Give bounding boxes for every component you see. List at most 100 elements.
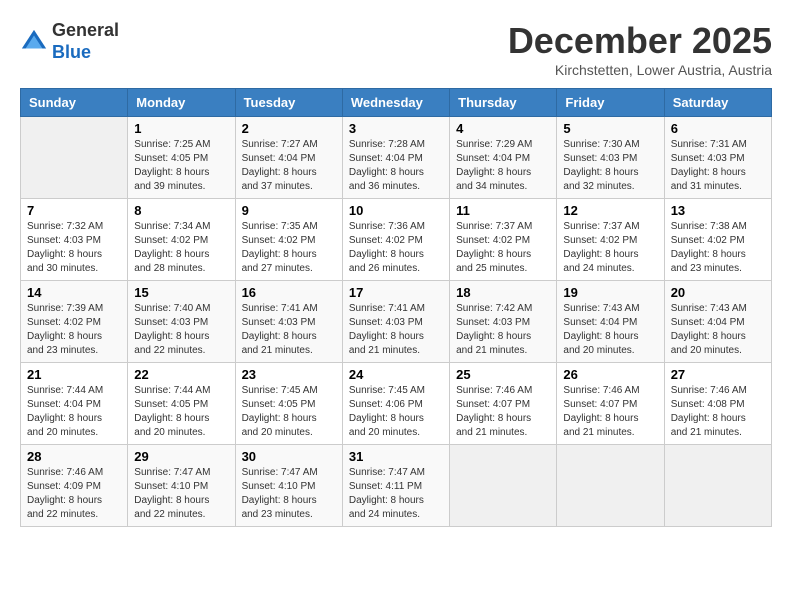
calendar-day-cell: 1 Sunrise: 7:25 AM Sunset: 4:05 PM Dayli… bbox=[128, 117, 235, 199]
day-number: 20 bbox=[671, 285, 765, 300]
day-info: Sunrise: 7:39 AM Sunset: 4:02 PM Dayligh… bbox=[27, 302, 121, 358]
logo-blue-text: Blue bbox=[52, 42, 91, 62]
day-of-week-header: Tuesday bbox=[235, 89, 342, 117]
day-number: 25 bbox=[456, 367, 550, 382]
day-info: Sunrise: 7:37 AM Sunset: 4:02 PM Dayligh… bbox=[456, 220, 550, 276]
calendar-day-cell: 13 Sunrise: 7:38 AM Sunset: 4:02 PM Dayl… bbox=[664, 199, 771, 281]
day-number: 8 bbox=[134, 203, 228, 218]
calendar-day-cell: 21 Sunrise: 7:44 AM Sunset: 4:04 PM Dayl… bbox=[21, 363, 128, 445]
calendar-day-cell bbox=[21, 117, 128, 199]
day-info: Sunrise: 7:38 AM Sunset: 4:02 PM Dayligh… bbox=[671, 220, 765, 276]
day-number: 19 bbox=[563, 285, 657, 300]
calendar-header-row: SundayMondayTuesdayWednesdayThursdayFrid… bbox=[21, 89, 772, 117]
day-number: 27 bbox=[671, 367, 765, 382]
calendar-day-cell: 9 Sunrise: 7:35 AM Sunset: 4:02 PM Dayli… bbox=[235, 199, 342, 281]
day-info: Sunrise: 7:47 AM Sunset: 4:11 PM Dayligh… bbox=[349, 466, 443, 522]
day-info: Sunrise: 7:46 AM Sunset: 4:08 PM Dayligh… bbox=[671, 384, 765, 440]
day-number: 10 bbox=[349, 203, 443, 218]
calendar-day-cell: 29 Sunrise: 7:47 AM Sunset: 4:10 PM Dayl… bbox=[128, 445, 235, 527]
calendar-table: SundayMondayTuesdayWednesdayThursdayFrid… bbox=[20, 88, 772, 527]
calendar-day-cell: 11 Sunrise: 7:37 AM Sunset: 4:02 PM Dayl… bbox=[450, 199, 557, 281]
day-info: Sunrise: 7:45 AM Sunset: 4:06 PM Dayligh… bbox=[349, 384, 443, 440]
calendar-day-cell: 25 Sunrise: 7:46 AM Sunset: 4:07 PM Dayl… bbox=[450, 363, 557, 445]
calendar-day-cell: 22 Sunrise: 7:44 AM Sunset: 4:05 PM Dayl… bbox=[128, 363, 235, 445]
day-number: 28 bbox=[27, 449, 121, 464]
day-info: Sunrise: 7:46 AM Sunset: 4:09 PM Dayligh… bbox=[27, 466, 121, 522]
calendar-day-cell bbox=[664, 445, 771, 527]
calendar-day-cell: 30 Sunrise: 7:47 AM Sunset: 4:10 PM Dayl… bbox=[235, 445, 342, 527]
day-of-week-header: Sunday bbox=[21, 89, 128, 117]
logo-general-text: General bbox=[52, 20, 119, 40]
day-number: 2 bbox=[242, 121, 336, 136]
day-number: 26 bbox=[563, 367, 657, 382]
day-info: Sunrise: 7:32 AM Sunset: 4:03 PM Dayligh… bbox=[27, 220, 121, 276]
calendar-day-cell: 10 Sunrise: 7:36 AM Sunset: 4:02 PM Dayl… bbox=[342, 199, 449, 281]
calendar-week-row: 28 Sunrise: 7:46 AM Sunset: 4:09 PM Dayl… bbox=[21, 445, 772, 527]
day-number: 16 bbox=[242, 285, 336, 300]
day-of-week-header: Wednesday bbox=[342, 89, 449, 117]
calendar-day-cell: 17 Sunrise: 7:41 AM Sunset: 4:03 PM Dayl… bbox=[342, 281, 449, 363]
day-info: Sunrise: 7:31 AM Sunset: 4:03 PM Dayligh… bbox=[671, 138, 765, 194]
calendar-day-cell: 18 Sunrise: 7:42 AM Sunset: 4:03 PM Dayl… bbox=[450, 281, 557, 363]
calendar-day-cell: 26 Sunrise: 7:46 AM Sunset: 4:07 PM Dayl… bbox=[557, 363, 664, 445]
day-info: Sunrise: 7:47 AM Sunset: 4:10 PM Dayligh… bbox=[242, 466, 336, 522]
day-of-week-header: Thursday bbox=[450, 89, 557, 117]
day-info: Sunrise: 7:35 AM Sunset: 4:02 PM Dayligh… bbox=[242, 220, 336, 276]
location-text: Kirchstetten, Lower Austria, Austria bbox=[508, 62, 772, 78]
day-info: Sunrise: 7:40 AM Sunset: 4:03 PM Dayligh… bbox=[134, 302, 228, 358]
calendar-day-cell: 8 Sunrise: 7:34 AM Sunset: 4:02 PM Dayli… bbox=[128, 199, 235, 281]
day-of-week-header: Saturday bbox=[664, 89, 771, 117]
calendar-day-cell: 15 Sunrise: 7:40 AM Sunset: 4:03 PM Dayl… bbox=[128, 281, 235, 363]
day-info: Sunrise: 7:30 AM Sunset: 4:03 PM Dayligh… bbox=[563, 138, 657, 194]
day-number: 22 bbox=[134, 367, 228, 382]
day-number: 24 bbox=[349, 367, 443, 382]
calendar-day-cell: 7 Sunrise: 7:32 AM Sunset: 4:03 PM Dayli… bbox=[21, 199, 128, 281]
day-number: 30 bbox=[242, 449, 336, 464]
day-number: 9 bbox=[242, 203, 336, 218]
calendar-day-cell: 12 Sunrise: 7:37 AM Sunset: 4:02 PM Dayl… bbox=[557, 199, 664, 281]
day-number: 5 bbox=[563, 121, 657, 136]
day-number: 15 bbox=[134, 285, 228, 300]
logo-icon bbox=[20, 28, 48, 56]
day-info: Sunrise: 7:37 AM Sunset: 4:02 PM Dayligh… bbox=[563, 220, 657, 276]
day-number: 12 bbox=[563, 203, 657, 218]
calendar-day-cell: 20 Sunrise: 7:43 AM Sunset: 4:04 PM Dayl… bbox=[664, 281, 771, 363]
day-number: 31 bbox=[349, 449, 443, 464]
day-info: Sunrise: 7:27 AM Sunset: 4:04 PM Dayligh… bbox=[242, 138, 336, 194]
day-info: Sunrise: 7:43 AM Sunset: 4:04 PM Dayligh… bbox=[563, 302, 657, 358]
day-info: Sunrise: 7:41 AM Sunset: 4:03 PM Dayligh… bbox=[242, 302, 336, 358]
day-info: Sunrise: 7:29 AM Sunset: 4:04 PM Dayligh… bbox=[456, 138, 550, 194]
calendar-week-row: 14 Sunrise: 7:39 AM Sunset: 4:02 PM Dayl… bbox=[21, 281, 772, 363]
day-number: 3 bbox=[349, 121, 443, 136]
day-of-week-header: Friday bbox=[557, 89, 664, 117]
calendar-day-cell: 27 Sunrise: 7:46 AM Sunset: 4:08 PM Dayl… bbox=[664, 363, 771, 445]
logo: General Blue bbox=[20, 20, 119, 63]
day-number: 11 bbox=[456, 203, 550, 218]
calendar-day-cell: 5 Sunrise: 7:30 AM Sunset: 4:03 PM Dayli… bbox=[557, 117, 664, 199]
day-info: Sunrise: 7:28 AM Sunset: 4:04 PM Dayligh… bbox=[349, 138, 443, 194]
calendar-week-row: 7 Sunrise: 7:32 AM Sunset: 4:03 PM Dayli… bbox=[21, 199, 772, 281]
calendar-day-cell: 31 Sunrise: 7:47 AM Sunset: 4:11 PM Dayl… bbox=[342, 445, 449, 527]
day-info: Sunrise: 7:47 AM Sunset: 4:10 PM Dayligh… bbox=[134, 466, 228, 522]
day-number: 14 bbox=[27, 285, 121, 300]
title-block: December 2025 Kirchstetten, Lower Austri… bbox=[508, 20, 772, 78]
calendar-day-cell: 4 Sunrise: 7:29 AM Sunset: 4:04 PM Dayli… bbox=[450, 117, 557, 199]
calendar-day-cell: 28 Sunrise: 7:46 AM Sunset: 4:09 PM Dayl… bbox=[21, 445, 128, 527]
calendar-day-cell: 16 Sunrise: 7:41 AM Sunset: 4:03 PM Dayl… bbox=[235, 281, 342, 363]
day-number: 29 bbox=[134, 449, 228, 464]
day-number: 6 bbox=[671, 121, 765, 136]
day-info: Sunrise: 7:42 AM Sunset: 4:03 PM Dayligh… bbox=[456, 302, 550, 358]
day-number: 7 bbox=[27, 203, 121, 218]
calendar-day-cell: 6 Sunrise: 7:31 AM Sunset: 4:03 PM Dayli… bbox=[664, 117, 771, 199]
calendar-day-cell bbox=[557, 445, 664, 527]
day-of-week-header: Monday bbox=[128, 89, 235, 117]
day-info: Sunrise: 7:34 AM Sunset: 4:02 PM Dayligh… bbox=[134, 220, 228, 276]
day-number: 17 bbox=[349, 285, 443, 300]
calendar-week-row: 1 Sunrise: 7:25 AM Sunset: 4:05 PM Dayli… bbox=[21, 117, 772, 199]
day-info: Sunrise: 7:46 AM Sunset: 4:07 PM Dayligh… bbox=[456, 384, 550, 440]
calendar-day-cell: 24 Sunrise: 7:45 AM Sunset: 4:06 PM Dayl… bbox=[342, 363, 449, 445]
day-number: 13 bbox=[671, 203, 765, 218]
day-info: Sunrise: 7:44 AM Sunset: 4:04 PM Dayligh… bbox=[27, 384, 121, 440]
day-info: Sunrise: 7:46 AM Sunset: 4:07 PM Dayligh… bbox=[563, 384, 657, 440]
calendar-day-cell: 14 Sunrise: 7:39 AM Sunset: 4:02 PM Dayl… bbox=[21, 281, 128, 363]
